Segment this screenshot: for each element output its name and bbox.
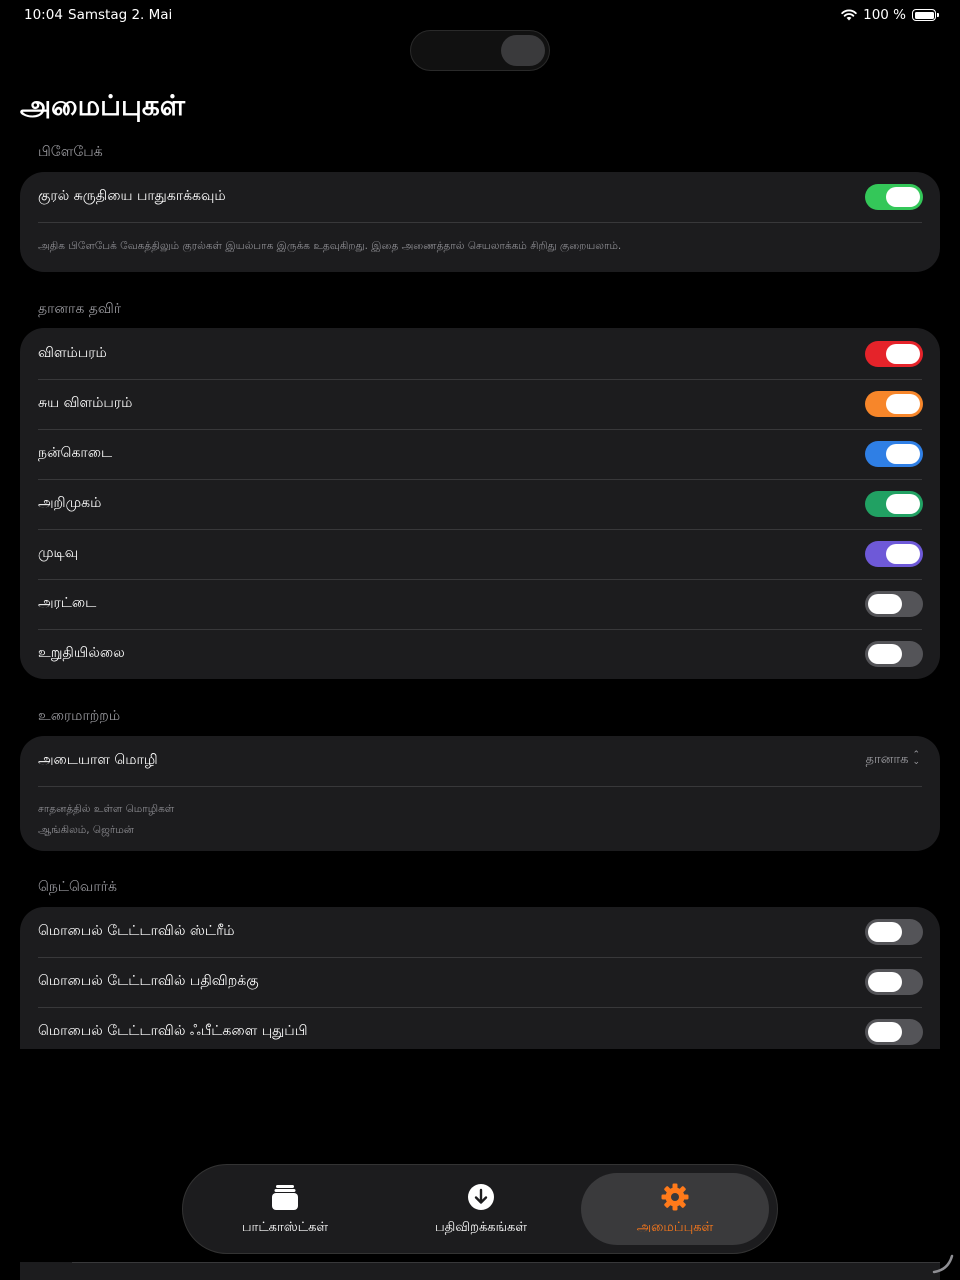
- row-label: முடிவு: [38, 545, 79, 561]
- row-label: சுய விளம்பரம்: [38, 395, 133, 411]
- stack-icon: [270, 1182, 300, 1212]
- chevron-up-down-icon: ⌃ ⌄: [912, 750, 920, 767]
- skip-row-outro[interactable]: முடிவு: [20, 529, 940, 579]
- battery-icon: [912, 9, 939, 21]
- uncertain-toggle[interactable]: [865, 641, 923, 667]
- row-label: அடையாள மொழி: [38, 752, 158, 768]
- chat-toggle[interactable]: [865, 591, 923, 617]
- tab-downloads[interactable]: பதிவிறக்கங்கள்: [387, 1173, 575, 1245]
- playback-card: குரல் சுருதியை பாதுகாக்கவும் அதிக பிளேபே…: [20, 172, 940, 272]
- battery-percent: 100 %: [863, 7, 906, 23]
- section-header-network: நெட்வொர்க்: [38, 879, 117, 895]
- transcription-card: அடையாள மொழி தானாக ⌃ ⌄ சாதனத்தில் உள்ள மொழ…: [20, 736, 940, 851]
- tab-label: அமைப்புகள்: [636, 1220, 714, 1235]
- language-row[interactable]: அடையாள மொழி தானாக ⌃ ⌄: [20, 736, 940, 786]
- intro-toggle[interactable]: [865, 491, 923, 517]
- status-date: Samstag 2. Mai: [68, 7, 173, 23]
- row-label: மொபைல் டேட்டாவில் ஸ்ட்ரீம்: [38, 923, 235, 939]
- download-icon: [467, 1182, 495, 1212]
- tab-bar: பாட்காஸ்ட்கள் பதிவிறக்கங்கள் அமைப்புகள்: [182, 1164, 778, 1254]
- network-row-refresh[interactable]: மொபைல் டேட்டாவில் ஃபீட்களை புதுப்பி: [20, 1007, 940, 1049]
- section-header-auto-skip: தானாக தவிர்: [38, 301, 122, 317]
- row-label: நன்கொடை: [38, 445, 113, 461]
- row-label: மொபைல் டேட்டாவில் பதிவிறக்கு: [38, 973, 259, 989]
- skip-row-chat[interactable]: அரட்டை: [20, 579, 940, 629]
- download-cellular-toggle[interactable]: [865, 969, 923, 995]
- playback-footnote: அதிக பிளேபேக் வேகத்திலும் குரல்கள் இயல்ப…: [20, 222, 940, 272]
- sponsor-toggle[interactable]: [865, 341, 923, 367]
- available-languages: சாதனத்தில் உள்ள மொழிகள் ஆங்கிலம், ஜெர்மன…: [20, 786, 940, 851]
- stream-cellular-toggle[interactable]: [865, 919, 923, 945]
- status-indicators: 100 %: [841, 7, 939, 23]
- section-header-transcription: உரைமாற்றம்: [38, 708, 121, 724]
- skip-row-donation[interactable]: நன்கொடை: [20, 429, 940, 479]
- row-label: அறிமுகம்: [38, 495, 102, 511]
- skip-row-sponsor[interactable]: விளம்பரம்: [20, 329, 940, 379]
- outro-toggle[interactable]: [865, 541, 923, 567]
- network-card: மொபைல் டேட்டாவில் ஸ்ட்ரீம் மொபைல் டேட்டா…: [20, 907, 940, 1049]
- wifi-icon: [841, 9, 857, 21]
- available-languages-list: ஆங்கிலம், ஜெர்மன்: [38, 824, 134, 836]
- tab-label: பாட்காஸ்ட்கள்: [241, 1220, 329, 1235]
- bottom-panel-edge: [20, 1262, 940, 1280]
- preserve-pitch-toggle[interactable]: [865, 184, 923, 210]
- available-languages-title: சாதனத்தில் உள்ள மொழிகள்: [38, 803, 175, 815]
- donation-toggle[interactable]: [865, 441, 923, 467]
- resize-handle-icon[interactable]: [932, 1252, 954, 1274]
- status-bar: 10:04 Samstag 2. Mai 100 %: [0, 0, 960, 30]
- top-segment-pill[interactable]: [410, 30, 550, 71]
- row-label: அரட்டை: [38, 595, 97, 611]
- tab-podcasts[interactable]: பாட்காஸ்ட்கள்: [191, 1173, 379, 1245]
- language-picker[interactable]: தானாக ⌃ ⌄: [865, 750, 920, 768]
- self-promo-toggle[interactable]: [865, 391, 923, 417]
- preserve-pitch-row[interactable]: குரல் சுருதியை பாதுகாக்கவும்: [20, 172, 940, 222]
- refresh-cellular-toggle[interactable]: [865, 1019, 923, 1045]
- row-label: உறுதியில்லை: [38, 645, 125, 661]
- row-label: விளம்பரம்: [38, 345, 107, 361]
- status-time: 10:04: [24, 7, 63, 23]
- language-picker-value: தானாக: [865, 752, 909, 767]
- top-pill-knob: [501, 35, 545, 66]
- row-label: மொபைல் டேட்டாவில் ஃபீட்களை புதுப்பி: [38, 1023, 308, 1039]
- skip-row-self-promo[interactable]: சுய விளம்பரம்: [20, 379, 940, 429]
- network-row-stream[interactable]: மொபைல் டேட்டாவில் ஸ்ட்ரீம்: [20, 907, 940, 957]
- skip-row-intro[interactable]: அறிமுகம்: [20, 479, 940, 529]
- tab-label: பதிவிறக்கங்கள்: [434, 1220, 528, 1235]
- section-header-playback: பிளேபேக்: [38, 144, 103, 160]
- tab-settings[interactable]: அமைப்புகள்: [581, 1173, 769, 1245]
- network-row-download[interactable]: மொபைல் டேட்டாவில் பதிவிறக்கு: [20, 957, 940, 1007]
- gear-icon: [660, 1182, 690, 1212]
- skip-row-uncertain[interactable]: உறுதியில்லை: [20, 629, 940, 679]
- page-title: அமைப்புகள்: [20, 89, 185, 122]
- auto-skip-card: விளம்பரம் சுய விளம்பரம் நன்கொடை அறிமுகம்…: [20, 328, 940, 679]
- row-label: குரல் சுருதியை பாதுகாக்கவும்: [38, 188, 226, 204]
